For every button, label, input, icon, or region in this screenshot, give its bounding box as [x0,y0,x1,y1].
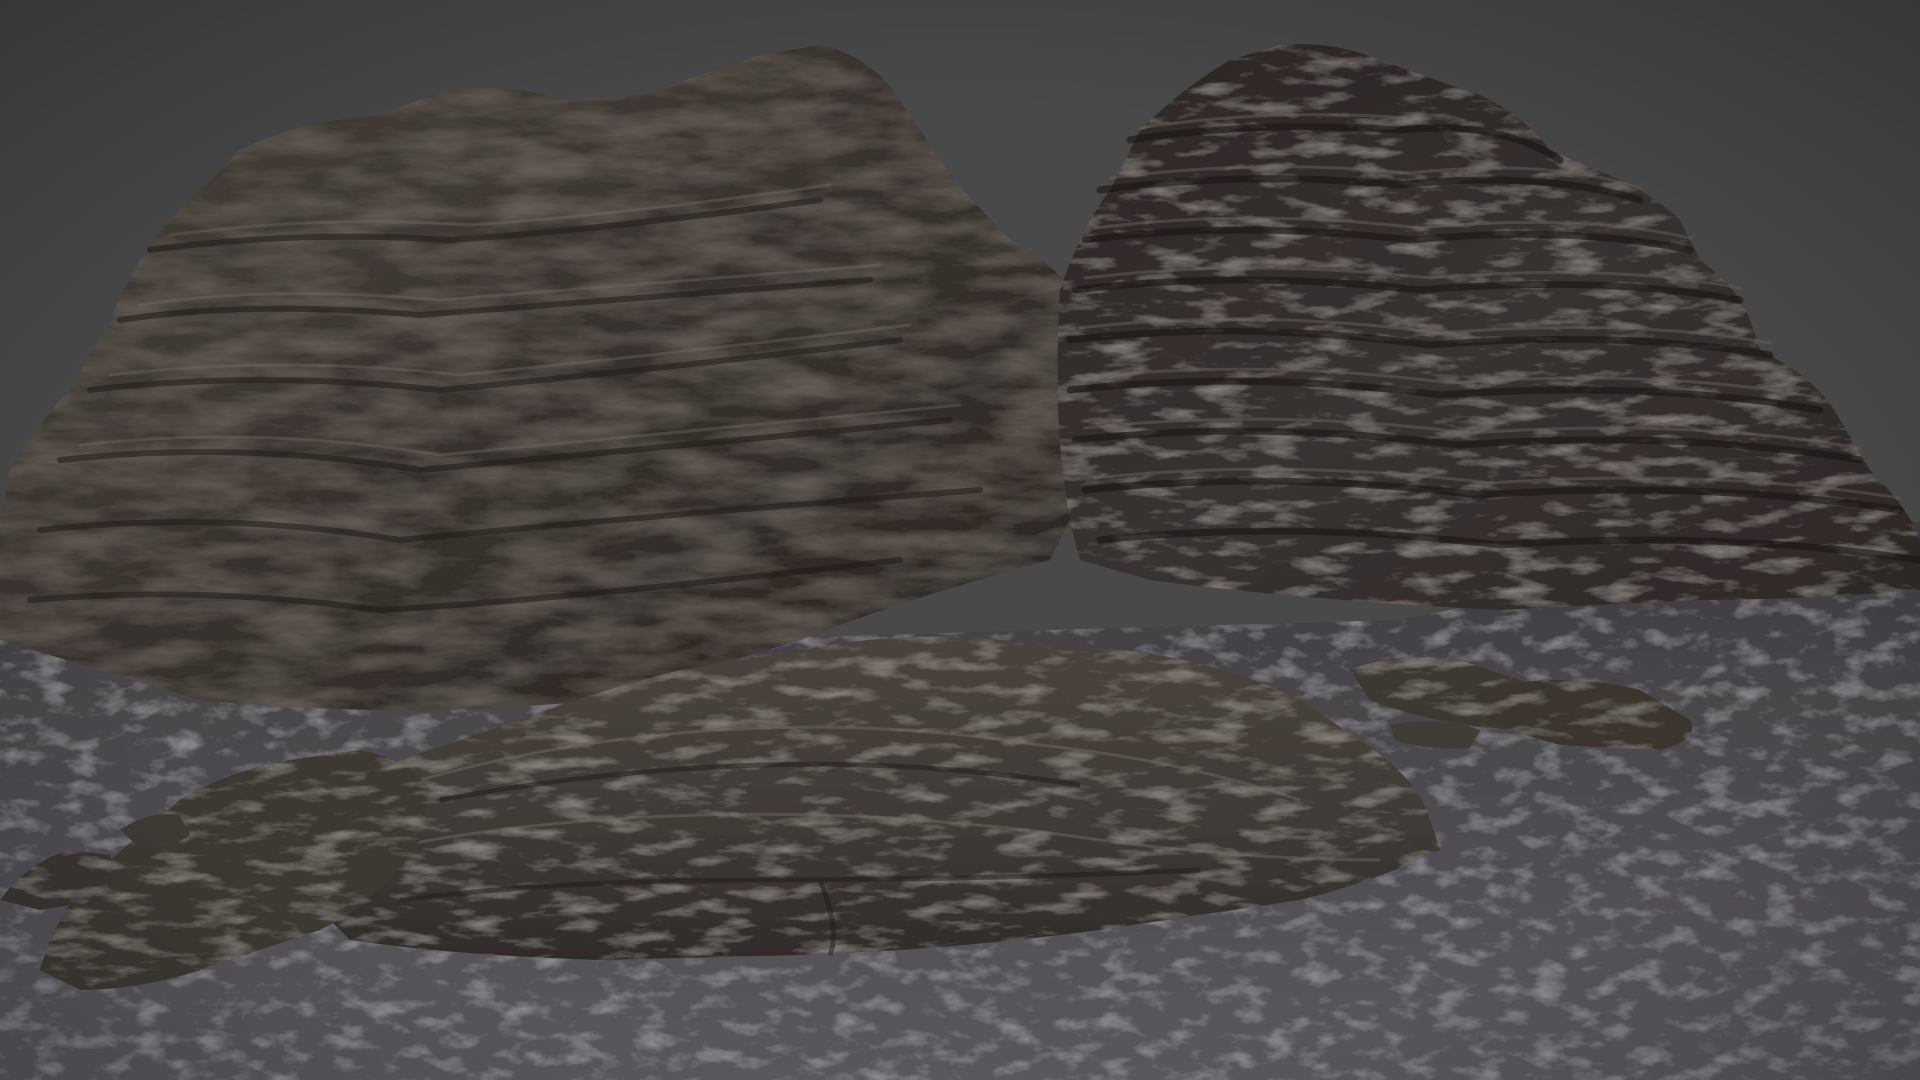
render-vignette [0,0,1920,1080]
rock-scene-render [0,0,1920,1080]
3d-viewport[interactable] [0,0,1920,1080]
